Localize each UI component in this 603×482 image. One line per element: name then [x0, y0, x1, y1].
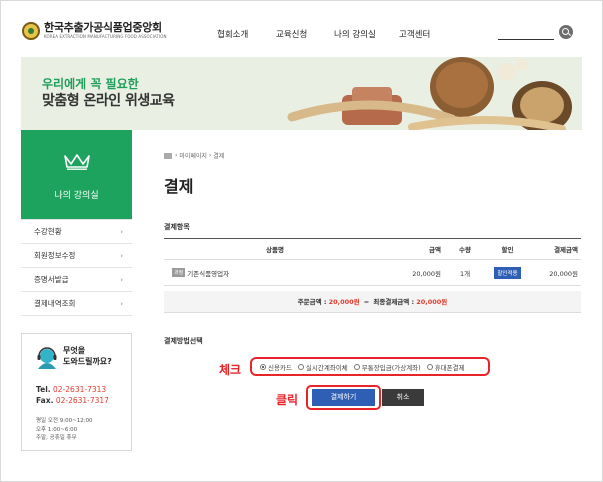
column-header: 상품명: [266, 246, 284, 254]
order-amount: 20,000원: [328, 298, 360, 306]
payment-summary: 주문금액 : 20,000원 = 최종결제금액 : 20,000원: [164, 291, 581, 313]
radio-icon[interactable]: [353, 363, 360, 370]
breadcrumb-payment: 결제: [213, 153, 225, 160]
sidebar-item-label: 수강현황: [34, 227, 62, 236]
radio-mobile-payment[interactable]: 휴대폰결제: [426, 362, 465, 372]
column-header: 금액: [429, 246, 441, 254]
column-header: 수량: [459, 246, 471, 254]
nav-item-my-classroom[interactable]: 나의 강의실: [334, 28, 376, 40]
price-cell: 20,000원: [412, 269, 441, 278]
search-icon[interactable]: [559, 25, 573, 39]
radio-icon[interactable]: [426, 363, 433, 370]
radio-virtual-account[interactable]: 무통장입금(가상계좌): [353, 362, 421, 372]
chevron-right-icon: ›: [120, 251, 123, 260]
nav-item-support[interactable]: 고객센터: [399, 28, 430, 40]
headset-icon: [37, 347, 57, 369]
sidebar-item-label: 회원정보수정: [34, 251, 76, 260]
banner: 우리에게 꼭 필요한 맞춤형 온라인 위생교육: [21, 57, 582, 130]
total-cell: 20,000원: [549, 269, 578, 278]
column-header: 할인: [501, 246, 514, 254]
crown-icon: [64, 154, 90, 170]
sidebar-item-payment-history[interactable]: 결제내역조회 ›: [21, 292, 132, 316]
breadcrumb-mypage[interactable]: 마이페이지: [179, 151, 207, 160]
chevron-right-icon: ›: [120, 275, 123, 284]
logo-emblem-icon: [22, 22, 40, 40]
pay-button[interactable]: 결제하기: [312, 389, 375, 406]
tel-number: 02-2631-7313: [53, 385, 107, 394]
help-contact: Tel. 02-2631-7313 Fax. 02-2631-7317: [36, 385, 109, 405]
nav-item-apply[interactable]: 교육신청: [276, 28, 307, 40]
help-box: 무엇을 도와드릴까요? Tel. 02-2631-7313 Fax. 02-26…: [21, 333, 132, 451]
header: 한국추출가공식품업중앙회 KOREA EXTRACTION MANUFACTUR…: [1, 1, 602, 56]
sidebar-item-edit-profile[interactable]: 회원정보수정 ›: [21, 244, 132, 268]
sidebar-item-course-status[interactable]: 수강현황 ›: [21, 219, 132, 244]
check-annotation: 체크: [219, 363, 242, 377]
payment-method-options: 신용카드 실시간계좌이체 무통장입금(가상계좌) 휴대폰결제: [250, 357, 490, 376]
chevron-right-icon: ›: [120, 227, 123, 236]
sidebar-item-label: 결제내역조회: [34, 299, 76, 308]
radio-selected-icon[interactable]: [260, 363, 266, 370]
radio-icon[interactable]: [297, 363, 304, 370]
banner-title: 맞춤형 온라인 위생교육: [42, 93, 175, 109]
nav-item-about[interactable]: 협회소개: [217, 28, 248, 40]
payment-items-heading: 결제항목: [164, 223, 190, 231]
table-header: 상품명 금액 수량 할인 결제금액: [164, 238, 581, 260]
banner-herbs-image: [287, 57, 572, 130]
radio-realtime-transfer[interactable]: 실시간계좌이체: [297, 362, 348, 372]
quantity-cell: 1개: [459, 269, 471, 278]
column-header: 결제금액: [554, 246, 578, 254]
course-badge: 과정: [172, 268, 186, 277]
discount-cell: 할인적용: [489, 266, 526, 279]
chevron-right-icon: ›: [120, 299, 123, 308]
help-question: 무엇을 도와드릴까요?: [63, 346, 112, 366]
page-title: 결제: [164, 177, 194, 196]
sidebar-item-label: 증명서발급: [34, 275, 69, 284]
search-input[interactable]: [498, 39, 554, 40]
help-hours: 평일 오전 9:00~12:00 오후 1:00~6:00 주말, 공휴일 휴무: [36, 418, 93, 441]
home-icon[interactable]: [164, 152, 172, 159]
breadcrumb: › 마이페이지 › 결제: [164, 151, 224, 160]
logo-title: 한국추출가공식품업중앙회: [44, 21, 162, 34]
final-amount: 20,000원: [416, 298, 448, 306]
cancel-button[interactable]: 취소: [382, 389, 424, 406]
sidebar-header: 나의 강의실: [21, 130, 132, 219]
product-name: 기존식품영업자: [187, 269, 230, 278]
product-name-cell: 과정 기존식품영업자: [164, 268, 386, 278]
sidebar-item-certificate[interactable]: 증명서발급 ›: [21, 268, 132, 292]
apply-discount-button[interactable]: 할인적용: [494, 266, 521, 279]
radio-credit-card[interactable]: 신용카드: [260, 362, 292, 372]
table-row: 과정 기존식품영업자 20,000원 1개 할인적용 20,000원: [164, 260, 581, 286]
click-annotation: 클릭: [276, 393, 299, 407]
fax-number: 02-2631-7317: [55, 396, 109, 405]
logo[interactable]: 한국추출가공식품업중앙회 KOREA EXTRACTION MANUFACTUR…: [22, 22, 167, 40]
payment-method-heading: 결제방법선택: [164, 337, 203, 345]
sidebar-title: 나의 강의실: [54, 191, 99, 201]
payment-items-table: 상품명 금액 수량 할인 결제금액 과정 기존식품영업자 20,000원 1개 …: [164, 238, 581, 286]
logo-subtitle: KOREA EXTRACTION MANUFACTURING FOOD ASSO…: [44, 34, 167, 39]
sidebar-menu: 수강현황 › 회원정보수정 › 증명서발급 › 결제내역조회 ›: [21, 219, 132, 316]
